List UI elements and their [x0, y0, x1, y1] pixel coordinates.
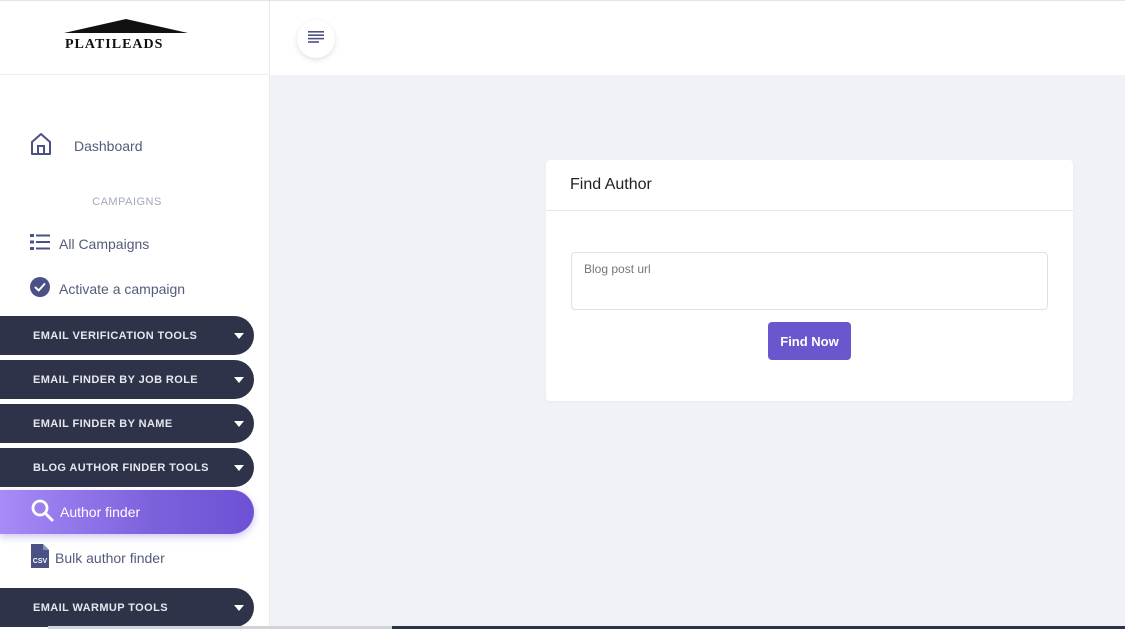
caret-down-icon: [234, 464, 244, 471]
sidebar-item-label: All Campaigns: [59, 236, 150, 252]
sidebar-item-bulk-author-finder[interactable]: CSV Bulk author finder: [30, 543, 165, 574]
sidebar-group-label: BLOG AUTHOR FINDER TOOLS: [33, 461, 209, 474]
check-circle-icon: [30, 276, 50, 302]
sidebar-group-label: EMAIL FINDER BY NAME: [33, 417, 173, 430]
card-header: Find Author: [546, 160, 1073, 211]
sidebar-item-label: Dashboard: [74, 138, 143, 154]
sidebar-group-label: EMAIL VERIFICATION TOOLS: [33, 329, 198, 342]
logo-area: PLATILEADS: [0, 1, 269, 75]
sidebar-group-email-finder-job-role[interactable]: EMAIL FINDER BY JOB ROLE: [0, 360, 254, 399]
csv-file-icon: CSV: [30, 543, 50, 574]
sidebar-item-label: Author finder: [60, 504, 141, 520]
sidebar-group-label: EMAIL FINDER BY JOB ROLE: [33, 373, 199, 386]
sidebar-item-author-finder[interactable]: Author finder: [0, 490, 254, 534]
hamburger-icon: [308, 30, 324, 48]
sidebar-group-label: EMAIL WARMUP TOOLS: [33, 601, 168, 614]
sidebar: PLATILEADS Dashboard CAMPAIGNS All Campa…: [0, 1, 270, 629]
sidebar-group-email-finder-name[interactable]: EMAIL FINDER BY NAME: [0, 404, 254, 443]
platileads-logo[interactable]: PLATILEADS: [64, 19, 196, 55]
sidebar-group-email-warmup[interactable]: EMAIL WARMUP TOOLS: [0, 588, 254, 627]
search-icon: [30, 498, 54, 527]
sidebar-item-label: Activate a campaign: [59, 281, 186, 297]
menu-toggle-button[interactable]: [297, 20, 335, 58]
sidebar-group-email-verification[interactable]: EMAIL VERIFICATION TOOLS: [0, 316, 254, 355]
sidebar-group-blog-author-finder[interactable]: BLOG AUTHOR FINDER TOOLS: [0, 448, 254, 487]
sidebar-item-label: Bulk author finder: [55, 550, 165, 566]
sidebar-item-activate-campaign[interactable]: Activate a campaign: [30, 276, 185, 302]
top-header: [270, 1, 1125, 75]
caret-down-icon: [234, 332, 244, 339]
logo-roof: [64, 19, 188, 33]
list-icon: [30, 233, 50, 256]
caret-down-icon: [234, 420, 244, 427]
blog-post-url-input[interactable]: [571, 252, 1048, 310]
logo-text: PLATILEADS: [65, 37, 164, 52]
sidebar-item-all-campaigns[interactable]: All Campaigns: [30, 231, 149, 257]
section-title-campaigns: CAMPAIGNS: [92, 196, 162, 208]
caret-down-icon: [234, 604, 244, 611]
home-icon: [30, 132, 52, 161]
card-title: Find Author: [570, 176, 652, 193]
find-author-card: Find Author Find Now: [546, 160, 1073, 401]
csv-badge-text: CSV: [33, 558, 48, 565]
find-now-button[interactable]: Find Now: [768, 322, 851, 360]
sidebar-item-dashboard[interactable]: Dashboard: [30, 131, 143, 161]
caret-down-icon: [234, 376, 244, 383]
